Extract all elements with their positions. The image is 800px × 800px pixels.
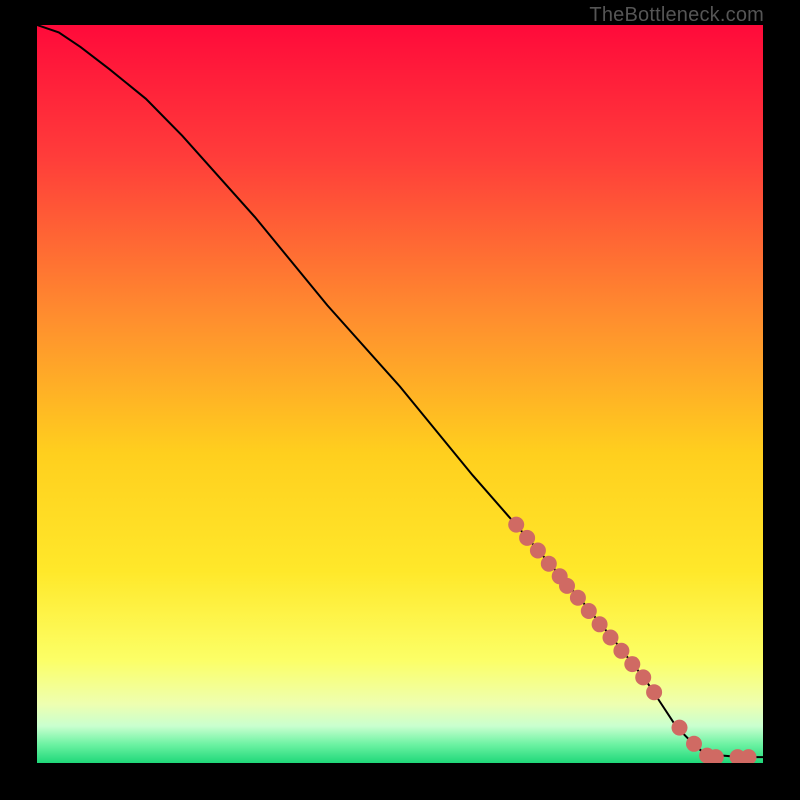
- data-marker: [581, 603, 597, 619]
- data-marker: [686, 736, 702, 752]
- data-marker: [519, 530, 535, 546]
- chart-plot-area: [37, 25, 763, 763]
- data-marker: [530, 543, 546, 559]
- data-marker: [624, 656, 640, 672]
- chart-svg: [37, 25, 763, 763]
- watermark-text: TheBottleneck.com: [589, 4, 764, 27]
- data-marker: [592, 616, 608, 632]
- data-marker: [570, 590, 586, 606]
- gradient-background: [37, 25, 763, 763]
- data-marker: [613, 643, 629, 659]
- data-marker: [635, 669, 651, 685]
- data-marker: [603, 630, 619, 646]
- data-marker: [646, 684, 662, 700]
- data-marker: [672, 720, 688, 736]
- data-marker: [541, 556, 557, 572]
- data-marker: [559, 578, 575, 594]
- chart-frame: TheBottleneck.com: [0, 0, 800, 800]
- data-marker: [508, 517, 524, 533]
